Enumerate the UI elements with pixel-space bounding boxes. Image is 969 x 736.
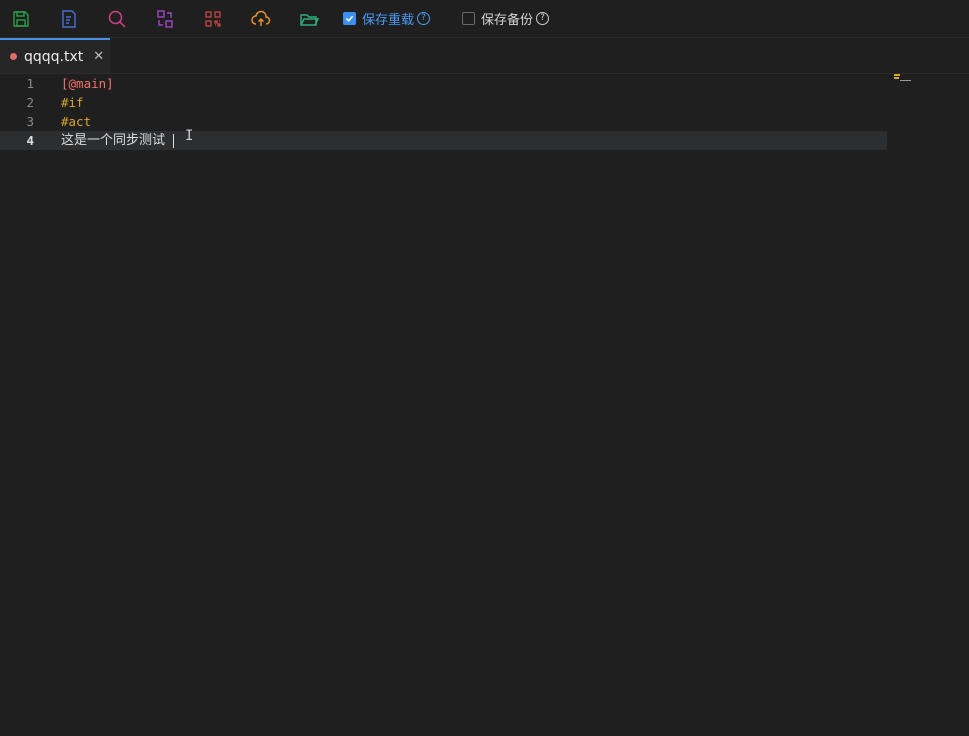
line-number: 2	[26, 95, 34, 110]
replace-icon[interactable]	[154, 8, 176, 30]
minimap-line	[894, 74, 900, 76]
tab-label: qqqq.txt	[24, 48, 84, 65]
line-number: 1	[26, 76, 34, 91]
help-icon[interactable]: ?	[417, 11, 431, 25]
line-number: 3	[26, 114, 34, 129]
editor-line[interactable]: 2 #if	[0, 93, 887, 112]
save-icon[interactable]	[10, 8, 32, 30]
editor-line[interactable]: 1 [@main]	[0, 74, 887, 93]
save-reload-checkbox[interactable]: 保存重载 ?	[343, 9, 431, 28]
search-icon[interactable]	[106, 8, 128, 30]
modified-dot-icon	[10, 53, 17, 60]
toolbar: 保存重载 ? 保存备份 ?	[0, 0, 969, 38]
line-code[interactable]: [@main]	[61, 74, 114, 93]
help-icon[interactable]: ?	[536, 11, 550, 25]
folder-open-icon[interactable]	[298, 8, 320, 30]
line-code[interactable]: #act	[61, 112, 91, 131]
editor-line[interactable]: 3 #act	[0, 112, 887, 131]
code-editor[interactable]: 1 [@main] 2 #if 3 #act 4 这是一个同步测试 I	[0, 74, 969, 736]
ibeam-cursor-icon: I	[185, 128, 194, 144]
line-code[interactable]: #if	[61, 93, 84, 112]
tab-file[interactable]: qqqq.txt ✕	[0, 38, 110, 73]
save-backup-label: 保存备份	[481, 12, 534, 28]
checkbox-unchecked-icon[interactable]	[462, 11, 475, 25]
checkbox-checked-icon[interactable]	[343, 11, 356, 25]
close-icon[interactable]: ✕	[93, 49, 104, 64]
cloud-upload-icon[interactable]	[250, 8, 272, 30]
text-caret	[173, 134, 174, 148]
qrcode-icon[interactable]	[202, 8, 224, 30]
line-number: 4	[26, 133, 34, 148]
minimap-line	[900, 80, 911, 81]
line-code[interactable]: 这是一个同步测试	[61, 131, 165, 150]
save-reload-label: 保存重载	[362, 12, 415, 28]
minimap-line	[894, 77, 899, 79]
tab-bar: qqqq.txt ✕	[0, 38, 969, 74]
save-backup-checkbox[interactable]: 保存备份 ?	[462, 9, 550, 28]
minimap[interactable]	[894, 74, 914, 82]
edit-document-icon[interactable]	[58, 8, 80, 30]
editor-line-active[interactable]: 4 这是一个同步测试	[0, 131, 887, 150]
